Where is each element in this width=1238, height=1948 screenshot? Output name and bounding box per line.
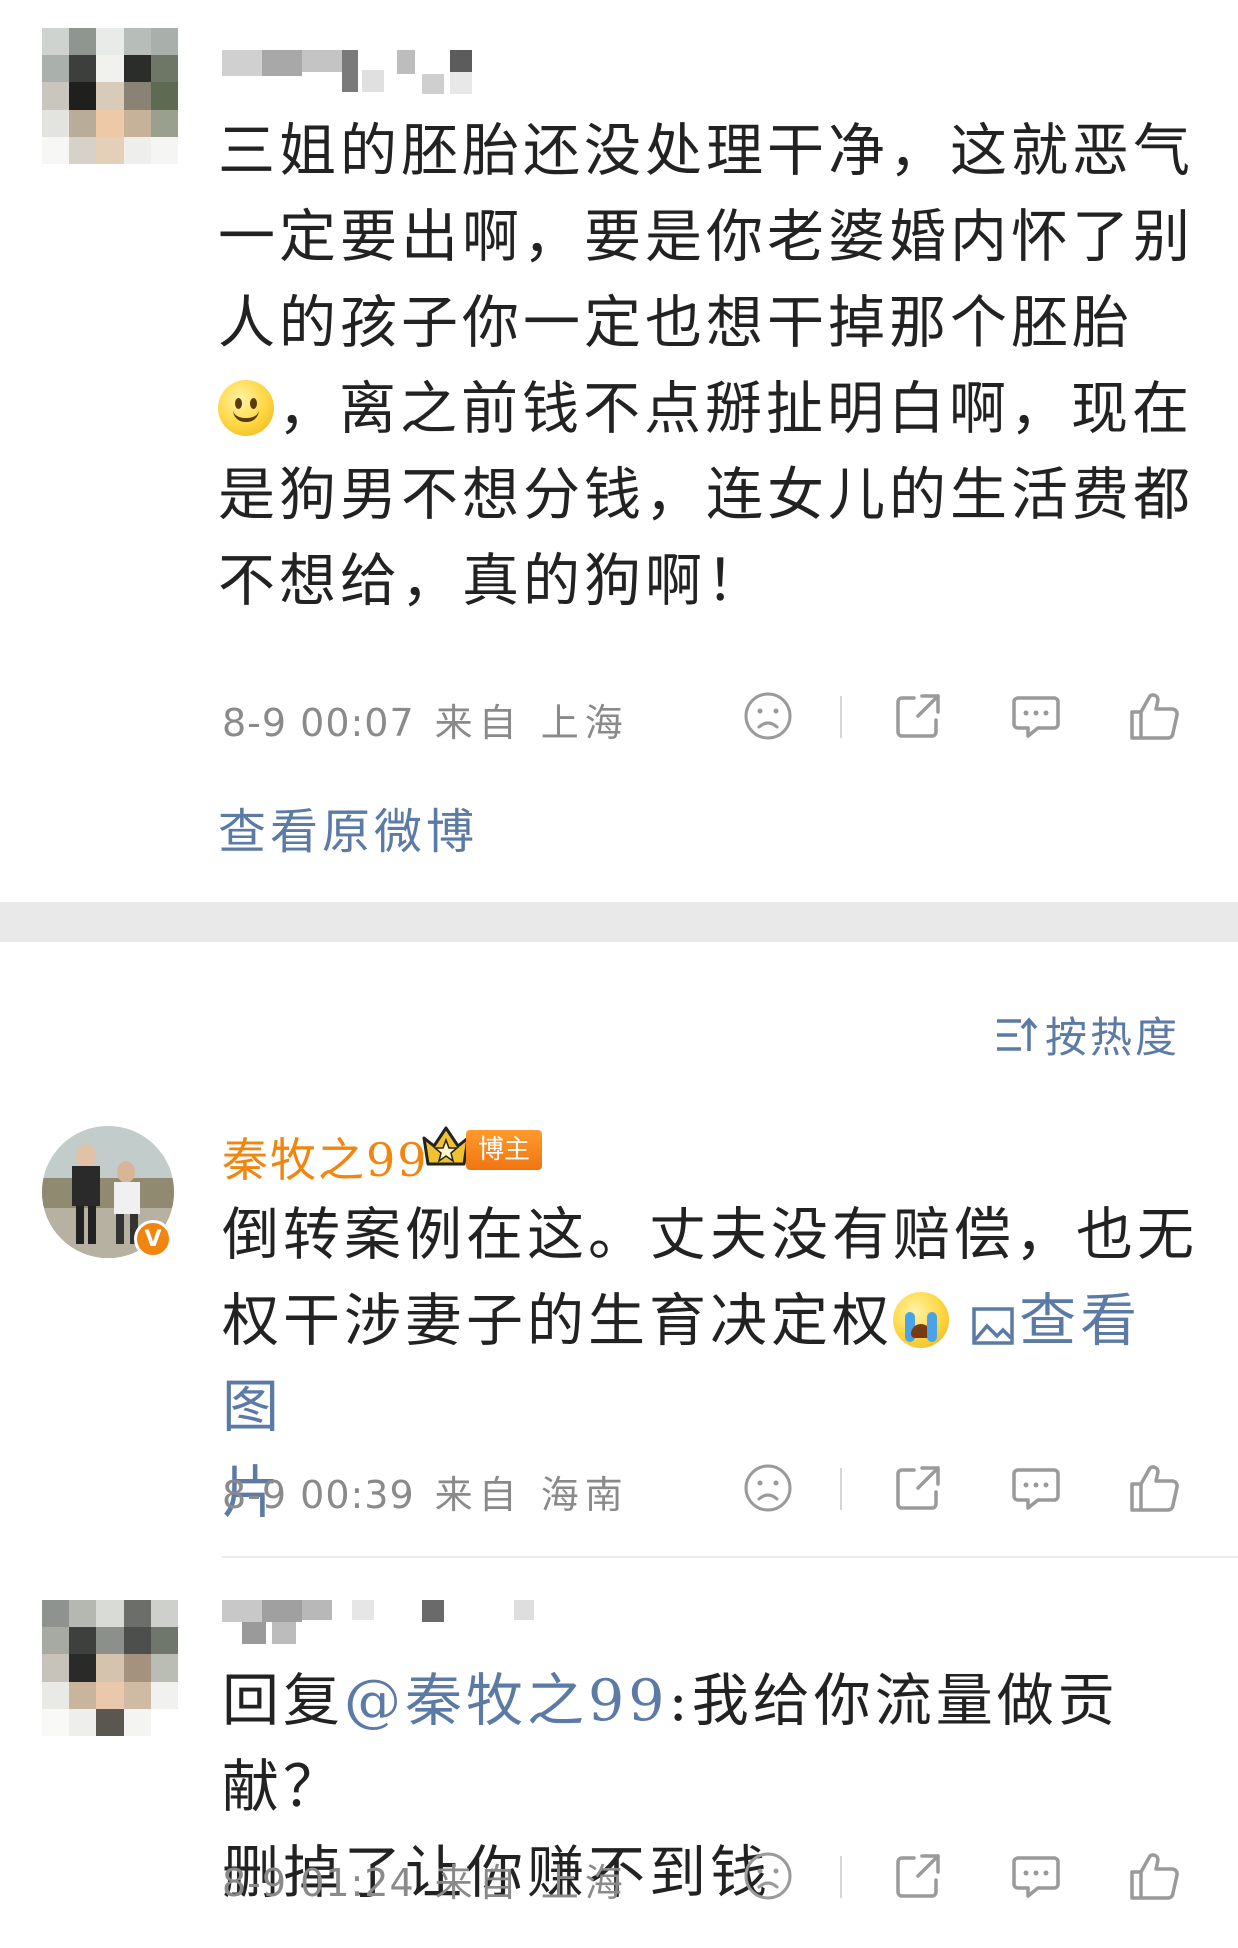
comment-icon[interactable]	[1010, 1850, 1062, 1902]
sort-icon	[996, 1016, 1038, 1051]
like-thumb-icon[interactable]	[1128, 1850, 1180, 1902]
dislike-face-icon[interactable]	[742, 1850, 794, 1902]
smile-emoji-icon	[218, 380, 274, 436]
crown-icon	[422, 1126, 470, 1166]
comment-2-line: 权干涉妻子的生育决定权	[222, 1288, 893, 1354]
comment-icon[interactable]	[1010, 1462, 1062, 1514]
comment-1-line: ，离之前钱不点掰扯明白啊，现在	[278, 376, 1193, 442]
comment-2-line-with-link: 权干涉妻子的生育决定权 查看图	[222, 1278, 1202, 1450]
timestamp: 8-9 01:24	[222, 1861, 415, 1905]
share-icon[interactable]	[892, 690, 944, 742]
blogger-badge: 博主	[466, 1130, 543, 1170]
share-icon[interactable]	[892, 1850, 944, 1902]
timestamp: 8-9 00:39	[222, 1473, 415, 1517]
username-blurred-1[interactable]	[222, 50, 472, 98]
sort-by-hot-button[interactable]: 按热度	[995, 1004, 1180, 1065]
avatar-blurred-3[interactable]	[42, 1600, 178, 1736]
username-blurred-3[interactable]	[222, 1600, 542, 1648]
comment-1-line: 不想给，真的狗啊！	[218, 548, 767, 614]
comment-3-meta: 8-9 01:24 来自 上海	[222, 1852, 629, 1907]
comment-icon[interactable]	[1010, 690, 1062, 742]
view-original-weibo-link[interactable]: 查看原微博	[218, 792, 478, 862]
comment-2-meta: 8-9 00:39 来自 海南	[222, 1464, 629, 1519]
dislike-face-icon[interactable]	[742, 1462, 794, 1514]
action-separator	[840, 1468, 842, 1510]
comment-1-line: 是狗男不想分钱，连女儿的生活费都	[218, 462, 1194, 528]
like-thumb-icon[interactable]	[1128, 690, 1180, 742]
location: 来自 海南	[434, 1473, 629, 1517]
action-separator	[840, 1856, 842, 1898]
comment-1-line: 三姐的胚胎还没处理干净，这就恶气	[218, 118, 1194, 184]
mention-link[interactable]: @秦牧之99	[344, 1668, 669, 1734]
comment-1-line-with-emoji: ，离之前钱不点掰扯明白啊，现在	[218, 366, 1198, 452]
comment-1-line: 一定要出啊，要是你老婆婚内怀了别	[218, 204, 1194, 270]
comment-divider	[222, 1556, 1238, 1558]
dislike-face-icon[interactable]	[742, 690, 794, 742]
crying-emoji-icon	[893, 1292, 949, 1348]
comment-1-meta: 8-9 00:07 来自 上海	[222, 692, 629, 747]
comment-2-line: 倒转案例在这。丈夫没有赔偿，也无	[222, 1202, 1198, 1268]
sort-label: 按热度	[1044, 1013, 1180, 1062]
comment-3-line-1: 回复@秦牧之99:我给你流量做贡献？	[222, 1658, 1202, 1830]
timestamp: 8-9 00:07	[222, 701, 415, 745]
image-icon	[972, 1307, 1014, 1345]
comment-1-line: 人的孩子你一定也想干掉那个胚胎	[218, 290, 1133, 356]
weibo-comments-page: 三姐的胚胎还没处理干净，这就恶气 一定要出啊，要是你老婆婚内怀了别 人的孩子你一…	[0, 0, 1238, 1948]
share-icon[interactable]	[892, 1462, 944, 1514]
comment-1-body: 三姐的胚胎还没处理干净，这就恶气 一定要出啊，要是你老婆婚内怀了别 人的孩子你一…	[218, 108, 1198, 624]
verified-v-icon: V	[134, 1220, 172, 1258]
username-qinmuzhi[interactable]: 秦牧之99	[222, 1124, 429, 1190]
avatar-blurred-1[interactable]	[42, 28, 178, 164]
like-thumb-icon[interactable]	[1128, 1462, 1180, 1514]
section-divider	[0, 902, 1238, 942]
reply-prefix: 回复	[222, 1668, 344, 1734]
location: 来自 上海	[434, 701, 629, 745]
action-separator	[840, 696, 842, 738]
location: 来自 上海	[434, 1861, 629, 1905]
